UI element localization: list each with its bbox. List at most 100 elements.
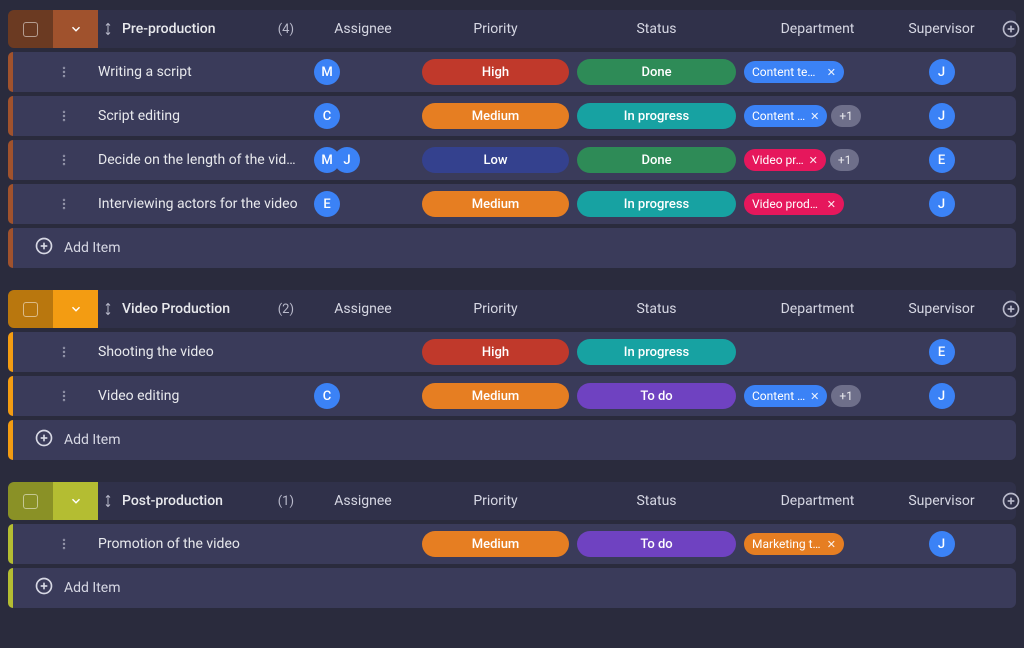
priority-cell[interactable]: High: [418, 339, 573, 365]
drag-handle-icon[interactable]: [102, 302, 114, 316]
supervisor-cell[interactable]: J: [895, 531, 988, 557]
task-row[interactable]: Writing a script M High Done Content tea…: [8, 52, 1016, 92]
drag-handle-icon[interactable]: [102, 22, 114, 36]
assignee-cell[interactable]: C: [308, 383, 418, 409]
row-menu-button[interactable]: [53, 65, 98, 79]
column-header-priority[interactable]: Priority: [418, 493, 573, 509]
supervisor-avatar[interactable]: J: [929, 103, 955, 129]
department-tag[interactable]: Video pr…✕: [744, 149, 826, 171]
task-row[interactable]: Video editing C Medium To do Content …✕+…: [8, 376, 1016, 416]
more-tags-badge[interactable]: +1: [830, 149, 860, 171]
row-menu-button[interactable]: [53, 197, 98, 211]
department-cell[interactable]: Video pr…✕+1: [740, 149, 895, 171]
column-header-department[interactable]: Department: [740, 301, 895, 317]
assignee-avatar[interactable]: E: [314, 191, 340, 217]
row-menu-button[interactable]: [53, 537, 98, 551]
status-cell[interactable]: To do: [573, 383, 740, 409]
column-header-status[interactable]: Status: [573, 21, 740, 37]
supervisor-avatar[interactable]: J: [929, 531, 955, 557]
supervisor-cell[interactable]: J: [895, 383, 988, 409]
department-cell[interactable]: Content …✕+1: [740, 385, 895, 407]
supervisor-avatar[interactable]: J: [929, 191, 955, 217]
row-menu-button[interactable]: [53, 345, 98, 359]
remove-tag-icon[interactable]: ✕: [827, 538, 836, 551]
task-title[interactable]: Promotion of the video: [98, 536, 308, 552]
column-header-supervisor[interactable]: Supervisor: [895, 21, 988, 37]
status-cell[interactable]: Done: [573, 147, 740, 173]
task-title[interactable]: Script editing: [98, 108, 308, 124]
status-cell[interactable]: In progress: [573, 339, 740, 365]
department-tag[interactable]: Marketing team✕: [744, 533, 844, 555]
column-header-assignee[interactable]: Assignee: [308, 301, 418, 317]
task-title[interactable]: Video editing: [98, 388, 308, 404]
task-row[interactable]: Script editing C Medium In progress Cont…: [8, 96, 1016, 136]
remove-tag-icon[interactable]: ✕: [827, 198, 836, 211]
task-row[interactable]: Interviewing actors for the video E Medi…: [8, 184, 1016, 224]
assignee-cell[interactable]: C: [308, 103, 418, 129]
task-row[interactable]: Decide on the length of the video MJ Low…: [8, 140, 1016, 180]
column-header-status[interactable]: Status: [573, 493, 740, 509]
department-cell[interactable]: Marketing team✕: [740, 533, 895, 555]
supervisor-cell[interactable]: J: [895, 59, 988, 85]
supervisor-avatar[interactable]: J: [929, 383, 955, 409]
column-header-department[interactable]: Department: [740, 21, 895, 37]
task-row[interactable]: Shooting the video High In progress E: [8, 332, 1016, 372]
supervisor-cell[interactable]: J: [895, 103, 988, 129]
remove-tag-icon[interactable]: ✕: [827, 66, 836, 79]
group-checkbox[interactable]: [23, 22, 38, 37]
department-tag[interactable]: Content team✕: [744, 61, 844, 83]
priority-cell[interactable]: Medium: [418, 383, 573, 409]
remove-tag-icon[interactable]: ✕: [809, 154, 818, 167]
department-tag[interactable]: Content …✕: [744, 385, 827, 407]
more-tags-badge[interactable]: +1: [831, 105, 861, 127]
assignee-avatar[interactable]: C: [314, 103, 340, 129]
remove-tag-icon[interactable]: ✕: [810, 390, 819, 403]
column-header-department[interactable]: Department: [740, 493, 895, 509]
assignee-cell[interactable]: M: [308, 59, 418, 85]
supervisor-avatar[interactable]: E: [929, 147, 955, 173]
task-row[interactable]: Promotion of the video Medium To do Mark…: [8, 524, 1016, 564]
add-column-button[interactable]: [988, 19, 1024, 39]
column-header-priority[interactable]: Priority: [418, 301, 573, 317]
row-menu-button[interactable]: [53, 109, 98, 123]
status-cell[interactable]: To do: [573, 531, 740, 557]
column-header-supervisor[interactable]: Supervisor: [895, 301, 988, 317]
add-item-button[interactable]: Add Item: [8, 420, 1016, 460]
column-header-status[interactable]: Status: [573, 301, 740, 317]
priority-cell[interactable]: High: [418, 59, 573, 85]
more-tags-badge[interactable]: +1: [831, 385, 861, 407]
status-cell[interactable]: In progress: [573, 191, 740, 217]
add-column-button[interactable]: [988, 491, 1024, 511]
task-title[interactable]: Shooting the video: [98, 344, 308, 360]
task-title[interactable]: Writing a script: [98, 64, 308, 80]
assignee-avatar[interactable]: C: [314, 383, 340, 409]
group-collapse-button[interactable]: [53, 10, 98, 48]
column-header-priority[interactable]: Priority: [418, 21, 573, 37]
assignee-avatar[interactable]: J: [334, 147, 360, 173]
assignee-cell[interactable]: MJ: [308, 147, 418, 173]
department-cell[interactable]: Content …✕+1: [740, 105, 895, 127]
department-cell[interactable]: Content team✕: [740, 61, 895, 83]
department-tag[interactable]: Content …✕: [744, 105, 827, 127]
supervisor-avatar[interactable]: J: [929, 59, 955, 85]
supervisor-cell[interactable]: J: [895, 191, 988, 217]
priority-cell[interactable]: Low: [418, 147, 573, 173]
task-title[interactable]: Decide on the length of the video: [98, 152, 308, 168]
assignee-avatar[interactable]: M: [314, 59, 340, 85]
group-checkbox[interactable]: [23, 302, 38, 317]
task-title[interactable]: Interviewing actors for the video: [98, 196, 308, 212]
row-menu-button[interactable]: [53, 389, 98, 403]
assignee-cell[interactable]: E: [308, 191, 418, 217]
status-cell[interactable]: Done: [573, 59, 740, 85]
priority-cell[interactable]: Medium: [418, 531, 573, 557]
group-collapse-button[interactable]: [53, 482, 98, 520]
column-header-supervisor[interactable]: Supervisor: [895, 493, 988, 509]
supervisor-cell[interactable]: E: [895, 339, 988, 365]
department-tag[interactable]: Video productio…✕: [744, 193, 844, 215]
add-item-button[interactable]: Add Item: [8, 228, 1016, 268]
row-menu-button[interactable]: [53, 153, 98, 167]
supervisor-cell[interactable]: E: [895, 147, 988, 173]
column-header-assignee[interactable]: Assignee: [308, 493, 418, 509]
group-checkbox[interactable]: [23, 494, 38, 509]
status-cell[interactable]: In progress: [573, 103, 740, 129]
